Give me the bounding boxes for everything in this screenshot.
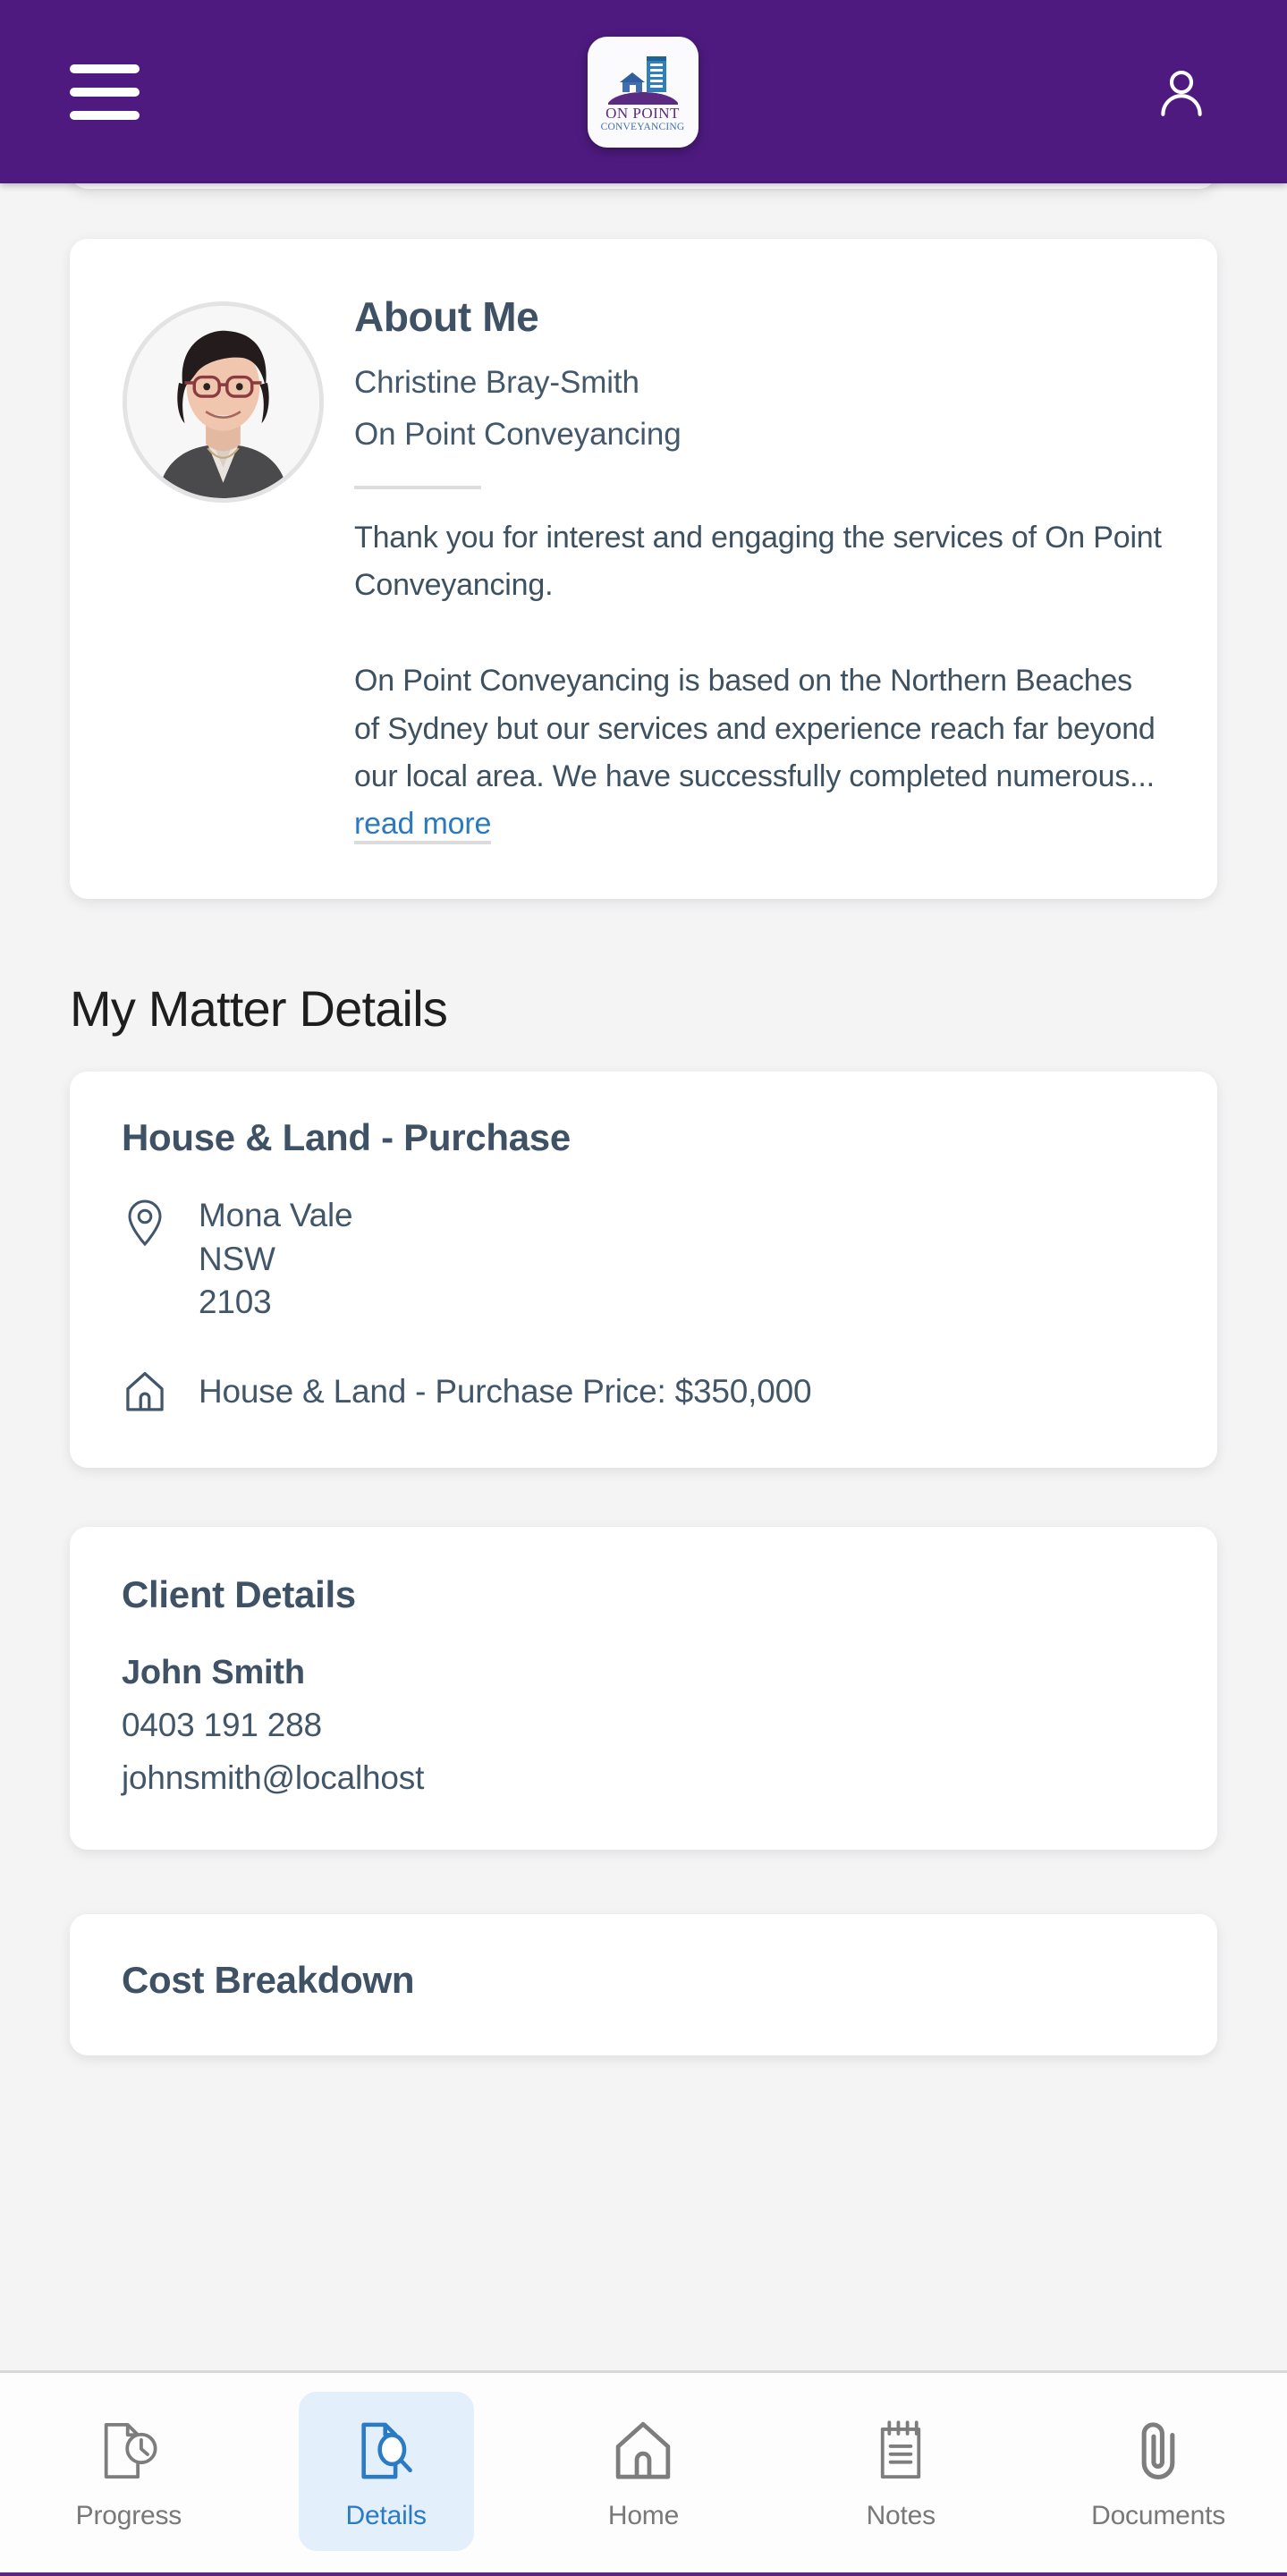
address-state: NSW — [199, 1240, 275, 1277]
avatar-container — [122, 285, 324, 849]
cost-breakdown-card: Cost Breakdown — [70, 1913, 1217, 2056]
bottom-navigation-bar: Progress Details Home Notes Documents — [0, 2370, 1287, 2576]
about-me-paragraph-1: Thank you for interest and engaging the … — [354, 520, 1162, 602]
client-name: John Smith — [122, 1653, 305, 1691]
paperclip-icon — [1121, 2413, 1196, 2488]
cost-breakdown-title: Cost Breakdown — [122, 1958, 415, 2001]
about-me-company: On Point Conveyancing — [354, 417, 682, 453]
building-house-logo-icon — [607, 55, 678, 105]
nav-item-details[interactable]: Details — [298, 2391, 474, 2551]
nav-item-progress[interactable]: Progress — [41, 2392, 216, 2551]
my-matter-details-heading: My Matter Details — [70, 979, 448, 1037]
previous-card-peek — [70, 183, 1217, 189]
address-postcode: 2103 — [199, 1284, 272, 1321]
hamburger-menu-icon[interactable] — [70, 64, 140, 120]
nav-item-documents[interactable]: Documents — [1071, 2392, 1246, 2551]
address-suburb: Mona Vale — [199, 1196, 353, 1233]
about-me-body: About Me Christine Bray-Smith On Point C… — [354, 285, 1165, 849]
about-me-divider — [354, 485, 481, 489]
hamburger-bar-2 — [70, 87, 140, 97]
profile-photo — [126, 306, 319, 498]
brand-name-primary: ON POINT — [605, 104, 680, 122]
client-details-title: Client Details — [122, 1573, 356, 1616]
app-header: ON POINT CONVEYANCING — [0, 0, 1287, 183]
house-icon — [122, 1364, 168, 1419]
matter-address: Mona Vale NSW 2103 — [199, 1194, 353, 1325]
about-me-person-name: Christine Bray-Smith — [354, 364, 639, 400]
house-icon — [605, 2413, 681, 2488]
nav-label-details: Details — [345, 2500, 428, 2530]
brand-logo[interactable]: ON POINT CONVEYANCING — [587, 36, 699, 148]
hamburger-bar-1 — [70, 64, 140, 73]
avatar — [122, 301, 324, 503]
matter-price-text: House & Land - Purchase Price: $350,000 — [199, 1372, 812, 1410]
read-more-link[interactable]: read more — [354, 807, 491, 845]
matter-type-title: House & Land - Purchase — [122, 1116, 571, 1159]
about-me-paragraph-2: On Point Conveyancing is based on the No… — [354, 657, 1165, 849]
person-account-icon[interactable] — [1146, 56, 1217, 128]
nav-label-progress: Progress — [75, 2500, 182, 2530]
hamburger-bar-3 — [70, 110, 140, 120]
matter-details-card: House & Land - Purchase Mona Vale NSW 21… — [70, 1072, 1217, 1469]
map-pin-icon — [122, 1194, 168, 1250]
matter-price-row: House & Land - Purchase Price: $350,000 — [122, 1364, 1165, 1419]
notepad-icon — [863, 2413, 938, 2488]
page-scroll-area[interactable]: About Me Christine Bray-Smith On Point C… — [0, 183, 1287, 2370]
about-me-title: About Me — [354, 293, 539, 340]
client-phone[interactable]: 0403 191 288 — [122, 1706, 1165, 1745]
nav-item-home[interactable]: Home — [555, 2392, 731, 2551]
client-email[interactable]: johnsmith@localhost — [122, 1758, 1165, 1798]
nav-label-notes: Notes — [866, 2500, 936, 2530]
client-details-card: Client Details John Smith 0403 191 288 j… — [70, 1527, 1217, 1850]
about-me-paragraph-2-text: On Point Conveyancing is based on the No… — [354, 664, 1156, 794]
nav-label-documents: Documents — [1091, 2500, 1226, 2530]
about-me-card: About Me Christine Bray-Smith On Point C… — [70, 239, 1217, 899]
brand-name-secondary: CONVEYANCING — [600, 121, 685, 132]
matter-address-row: Mona Vale NSW 2103 — [122, 1194, 1165, 1325]
nav-item-notes[interactable]: Notes — [813, 2392, 988, 2551]
nav-label-home: Home — [607, 2500, 680, 2530]
document-search-icon — [349, 2413, 424, 2488]
document-clock-icon — [91, 2413, 166, 2488]
